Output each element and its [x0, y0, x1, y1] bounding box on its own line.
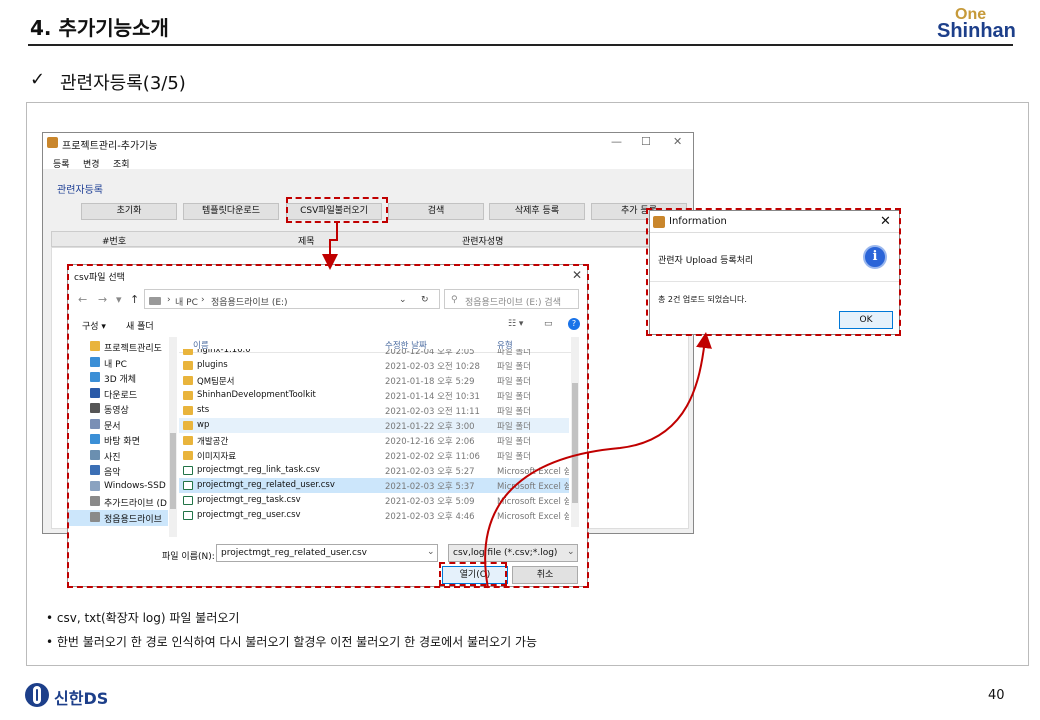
page-number: 40 — [988, 688, 1005, 703]
shinhan-logo-icon — [25, 683, 49, 707]
footer-brand: 신한DS — [54, 689, 109, 708]
note-line: • csv, txt(확장자 log) 파일 불러오기 — [46, 611, 240, 625]
arrow-to-file-dialog — [322, 222, 338, 270]
arrow-to-info-dialog — [484, 332, 712, 589]
note-line: • 한번 불러오기 한 경로 인식하여 다시 불러오기 할경우 이전 불러오기 … — [46, 635, 538, 649]
